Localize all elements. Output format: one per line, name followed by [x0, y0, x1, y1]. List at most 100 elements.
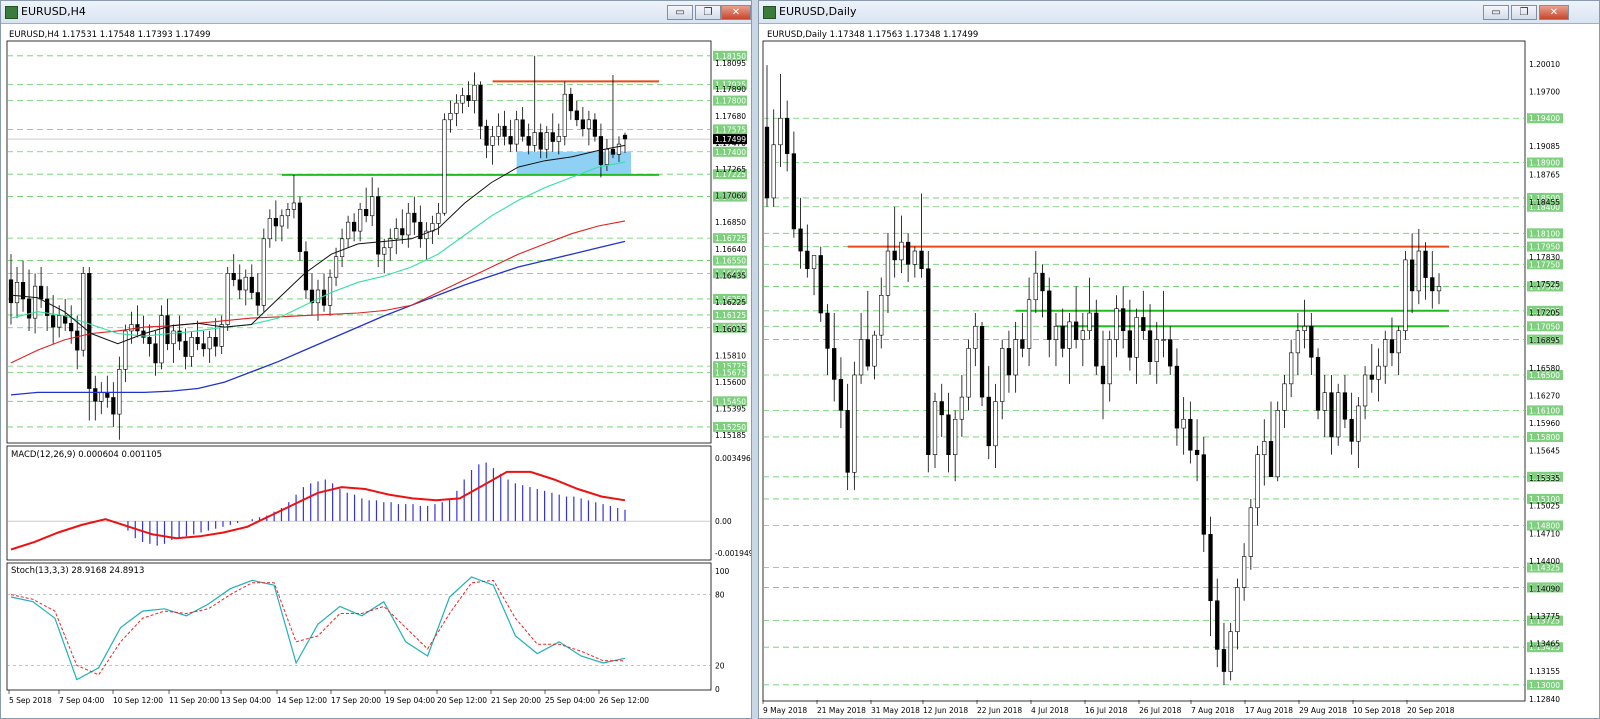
h4-chart-canvas[interactable]: 1.181501.179251.178001.175751.174001.172…	[1, 23, 751, 718]
h4-candle-body	[255, 292, 260, 306]
h4-candle-body	[406, 212, 411, 236]
h4-candle-body	[57, 315, 62, 328]
daily-candle-body	[1376, 365, 1381, 380]
time-axis-label: 20 Sep 2018	[1407, 706, 1455, 715]
daily-candle-body	[1315, 356, 1321, 411]
h4-candle-body	[550, 132, 555, 142]
daily-candle-body	[1362, 374, 1368, 407]
h4-candle-body	[352, 221, 357, 232]
daily-candle-body	[1168, 339, 1173, 367]
h4-candle-body	[616, 143, 622, 155]
daily-candle-body	[1336, 392, 1341, 438]
price-axis-label: 1.13775	[1529, 612, 1560, 621]
price-axis-label: 1.17525	[1529, 280, 1560, 289]
h4-candle-body	[261, 238, 266, 306]
minimize-button[interactable]: ▭	[667, 5, 693, 20]
h4-candle-body	[69, 322, 74, 332]
h4-candle-body	[147, 337, 152, 345]
time-axis-label: 25 Sep 04:00	[545, 696, 595, 705]
h4-titlebar[interactable]: EURUSD,H4 ▭ ❐ ✕	[1, 1, 751, 24]
daily-candle-body	[973, 325, 978, 349]
daily-titlebar[interactable]: EURUSD,Daily ▭ ❐ ✕	[759, 1, 1599, 24]
daily-candle-body	[1114, 308, 1119, 340]
h4-candle-body	[508, 136, 513, 145]
daily-candle-body	[1342, 392, 1348, 420]
h4-candle-body	[327, 276, 333, 306]
daily-candle-body	[798, 228, 803, 252]
h4-candle-body	[478, 84, 483, 127]
daily-price-header: EURUSD,Daily 1.17348 1.17563 1.17348 1.1…	[767, 30, 978, 40]
h4-candle-body	[502, 125, 507, 137]
level-tag: 1.18900	[1529, 159, 1560, 168]
daily-candle-body	[1262, 441, 1267, 455]
daily-candle-body	[1403, 259, 1408, 332]
time-axis-label: 31 May 2018	[871, 706, 920, 715]
level-tag: 1.18100	[1529, 229, 1560, 238]
daily-candle-body	[1013, 339, 1018, 376]
h4-candle-body	[207, 337, 212, 350]
h4-candle-body	[394, 228, 399, 240]
chart-window-icon	[763, 6, 776, 19]
close-button[interactable]: ✕	[721, 5, 751, 20]
time-axis-label: 21 Sep 20:00	[491, 696, 541, 705]
h4-candle-body	[75, 330, 80, 351]
stoch-axis-label: 20	[715, 661, 725, 670]
h4-window-title: EURUSD,H4	[21, 5, 86, 18]
h4-candle-body	[345, 221, 351, 240]
daily-candle-body	[1295, 330, 1301, 354]
time-axis-label: 20 Sep 12:00	[437, 696, 487, 705]
minimize-button[interactable]: ▭	[1483, 5, 1509, 20]
price-axis-label: 1.16435	[715, 271, 746, 280]
price-axis-label: 1.16895	[1529, 336, 1560, 345]
time-axis-label: 19 Sep 04:00	[385, 696, 435, 705]
price-axis-label: 1.16850	[715, 218, 746, 227]
price-axis-label: 1.15810	[715, 351, 746, 360]
daily-chart-canvas[interactable]: 1.194001.189001.185001.184001.181001.179…	[759, 23, 1599, 718]
time-axis-label: 12 Jun 2018	[923, 706, 968, 715]
daily-candle-body	[912, 250, 917, 265]
h4-candle-body	[496, 125, 501, 137]
h4-candle-body	[231, 273, 236, 281]
daily-candle-body	[811, 255, 817, 270]
daily-candle-body	[1000, 348, 1005, 402]
daily-candle-body	[959, 396, 965, 420]
daily-candle-body	[966, 348, 971, 398]
h4-candle-body	[165, 315, 170, 345]
price-axis-label: 1.17205	[1529, 309, 1560, 318]
daily-chart-window: EURUSD,Daily ▭ ❐ ✕ 1.19400 1.18900 1.18500…	[758, 0, 1600, 719]
h4-candle-body	[225, 273, 230, 325]
h4-candle-body	[38, 285, 44, 300]
close-button[interactable]: ✕	[1539, 5, 1569, 20]
time-axis-label: 5 Sep 2018	[9, 696, 52, 705]
h4-candle-body	[153, 343, 158, 364]
daily-candle-body	[1215, 600, 1220, 650]
restore-button[interactable]: ❐	[1511, 5, 1537, 20]
daily-candle-body	[1040, 272, 1045, 292]
h4-candle-body	[279, 215, 284, 227]
daily-candle-body	[1147, 330, 1153, 363]
daily-candle-body	[818, 255, 823, 314]
h4-candle-body	[189, 337, 194, 357]
daily-candle-body	[1080, 330, 1085, 340]
h4-candle-body	[26, 298, 32, 319]
daily-candle-body	[1275, 410, 1280, 478]
h4-candle-body	[297, 202, 303, 252]
current-price-tag: 1.17499	[715, 135, 746, 144]
level-tag: 1.17400	[715, 148, 746, 157]
h4-candle-body	[544, 132, 549, 150]
price-axis-label: 1.17680	[715, 112, 746, 121]
time-axis-label: 7 Aug 2018	[1191, 706, 1234, 715]
stoch-axis-label: 80	[715, 591, 725, 600]
h4-candle-body	[538, 132, 543, 150]
h4-candle-body	[315, 289, 321, 304]
h4-candle-body	[333, 256, 339, 278]
level-tag: 1.17575	[715, 125, 746, 134]
daily-candle-body	[926, 268, 931, 455]
restore-button[interactable]: ❐	[695, 5, 721, 20]
macd-axis-label: -0.001949	[715, 549, 751, 558]
daily-candle-body	[1430, 277, 1435, 292]
daily-candle-body	[865, 339, 870, 367]
daily-candle-body	[1201, 454, 1206, 535]
h4-candle-body	[111, 397, 116, 415]
daily-candle-body	[845, 410, 850, 473]
